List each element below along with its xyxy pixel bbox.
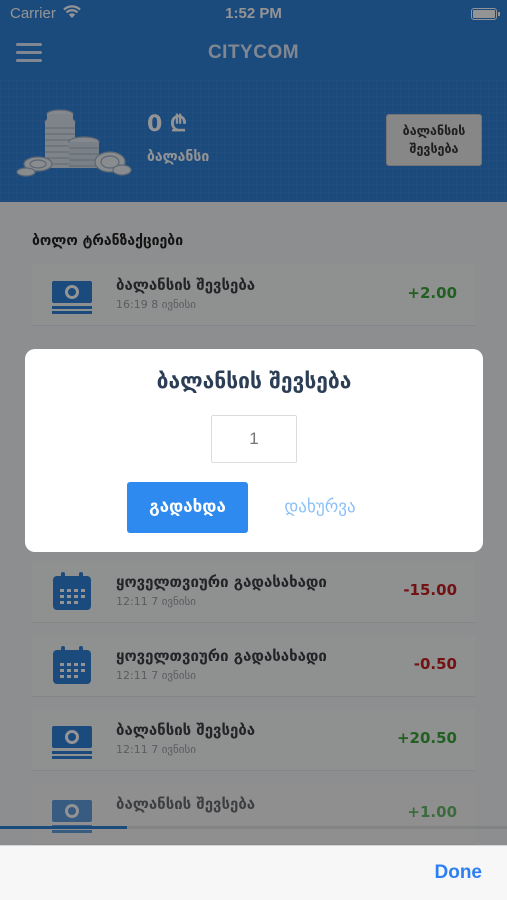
pay-button[interactable]: გადახდა	[127, 482, 248, 533]
amount-input[interactable]	[211, 415, 297, 463]
done-button[interactable]: Done	[435, 862, 483, 884]
close-button[interactable]: დახურვა	[270, 482, 370, 533]
dialog-title: ბალანსის შევსება	[156, 369, 352, 393]
keyboard-toolbar: Done	[0, 845, 507, 900]
topup-dialog: ბალანსის შევსება გადახდა დახურვა	[25, 349, 483, 552]
